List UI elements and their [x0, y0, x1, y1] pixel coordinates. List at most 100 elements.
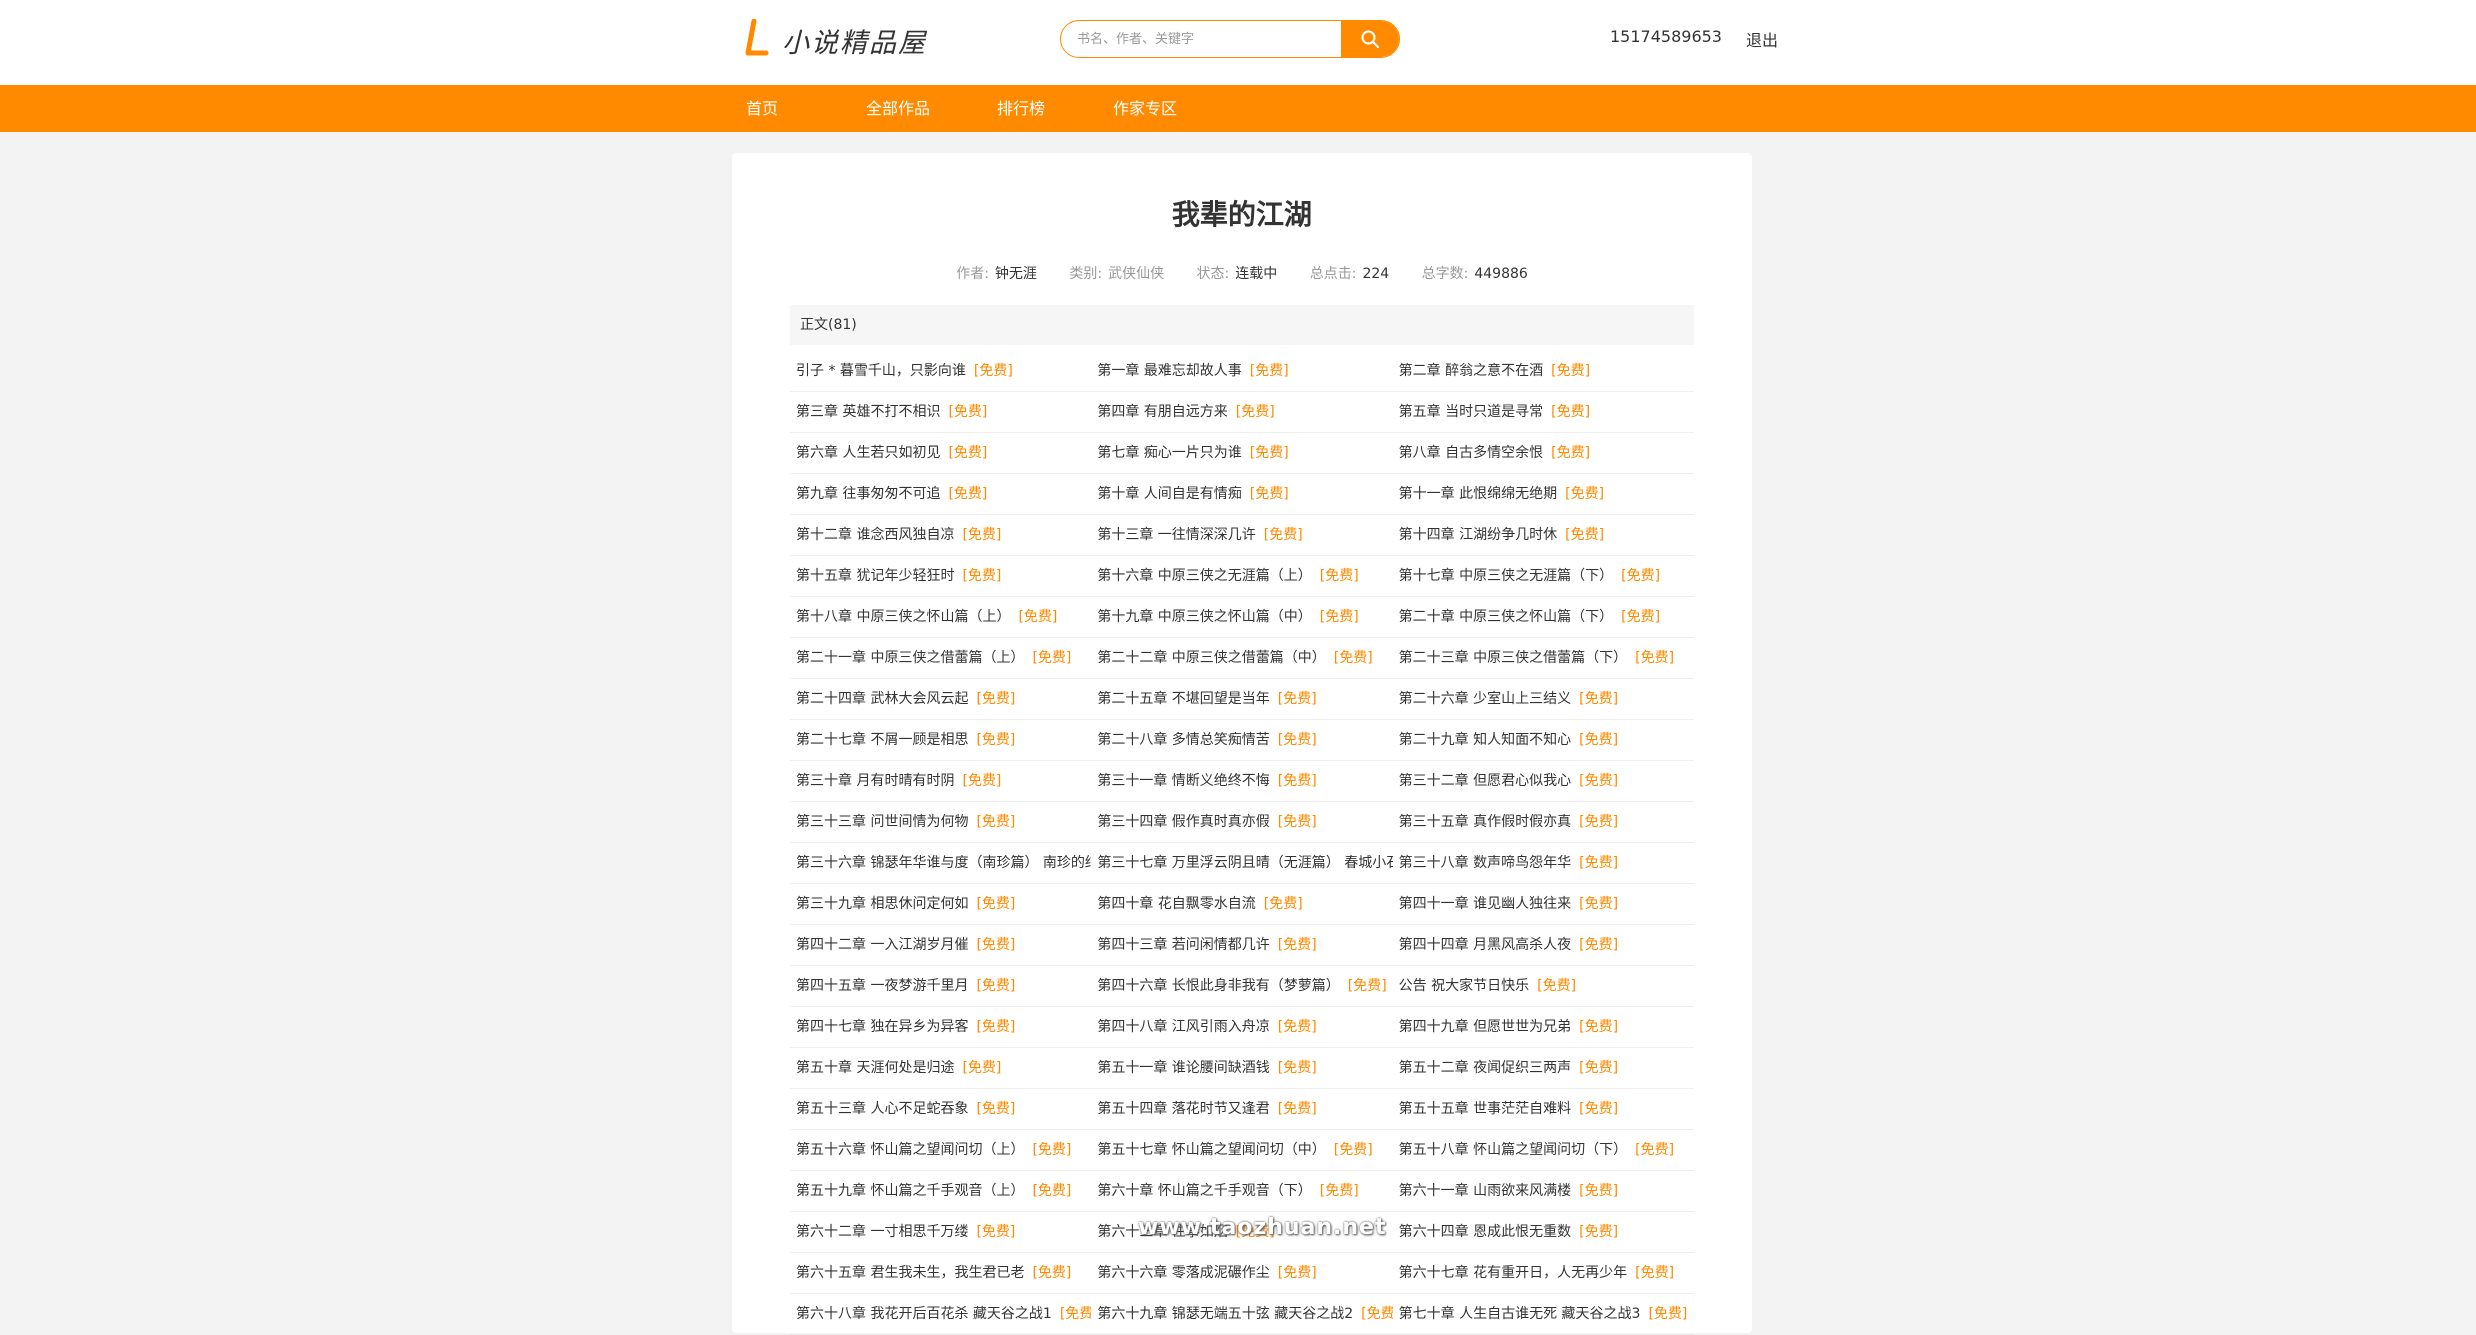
chapter-link[interactable]: 第三十九章 相思休问定何如 [免费]: [790, 884, 1091, 924]
chapter-link[interactable]: 第八章 自古多情空余恨 [免费]: [1393, 433, 1694, 473]
chapter-link[interactable]: 第三十八章 数声啼鸟怨年华 [免费]: [1393, 843, 1694, 883]
chapter-link[interactable]: 第二十四章 武林大会风云起 [免费]: [790, 679, 1091, 719]
chapter-title: 第四十七章 独在异乡为异客: [796, 1019, 969, 1035]
logout-link[interactable]: 退出: [1746, 27, 1778, 51]
chapter-link[interactable]: 第十三章 一往情深深几许 [免费]: [1091, 515, 1392, 555]
chapter-link[interactable]: 第四十五章 一夜梦游千里月 [免费]: [790, 966, 1091, 1006]
nav-author-zone[interactable]: 作家专区: [1113, 85, 1233, 132]
chapter-link[interactable]: 第七章 痴心一片只为谁 [免费]: [1091, 433, 1392, 473]
chapter-link[interactable]: 第四十九章 但愿世世为兄弟 [免费]: [1393, 1007, 1694, 1047]
chapter-link[interactable]: 第三十四章 假作真时真亦假 [免费]: [1091, 802, 1392, 842]
chapter-link[interactable]: 第五十一章 谁论腰间缺酒钱 [免费]: [1091, 1048, 1392, 1088]
chapter-title: 第七章 痴心一片只为谁: [1097, 445, 1242, 461]
chapter-link[interactable]: 第三十章 月有时晴有时阴 [免费]: [790, 761, 1091, 801]
status-label: 状态:: [1196, 266, 1230, 282]
site-logo[interactable]: 小说精品屋: [740, 18, 927, 62]
free-tag: [免费]: [962, 1060, 1002, 1076]
chapter-link[interactable]: 第十一章 此恨绵绵无绝期 [免费]: [1393, 474, 1694, 514]
chapter-link[interactable]: 第六十九章 锦瑟无端五十弦 藏天谷之战2 [免费]: [1091, 1294, 1392, 1334]
chapter-link[interactable]: 第六十四章 恩成此恨无重数 [免费]: [1393, 1212, 1694, 1252]
chapter-link[interactable]: 第十四章 江湖纷争几时休 [免费]: [1393, 515, 1694, 555]
chapter-link[interactable]: 第七十章 人生自古谁无死 藏天谷之战3 [免费]: [1393, 1294, 1694, 1334]
chapter-link[interactable]: 第四十四章 月黑风高杀人夜 [免费]: [1393, 925, 1694, 965]
chapter-link[interactable]: 第四十章 花自飘零水自流 [免费]: [1091, 884, 1392, 924]
words-value: 449886: [1474, 266, 1528, 282]
chapter-link[interactable]: 第三十三章 问世间情为何物 [免费]: [790, 802, 1091, 842]
chapter-title: 第十八章 中原三侠之怀山篇（上）: [796, 609, 1011, 625]
chapter-link[interactable]: 第二十二章 中原三侠之借蕾篇（中） [免费]: [1091, 638, 1392, 678]
chapter-title: 第四十一章 谁见幽人独往来: [1398, 896, 1572, 912]
chapter-link[interactable]: 第四十一章 谁见幽人独往来 [免费]: [1393, 884, 1694, 924]
search-button[interactable]: [1341, 21, 1399, 57]
chapter-link[interactable]: 第十章 人间自是有情痴 [免费]: [1091, 474, 1392, 514]
chapter-title: 第三十章 月有时晴有时阴: [796, 773, 955, 789]
chapter-link[interactable]: 第四十二章 一入江湖岁月催 [免费]: [790, 925, 1091, 965]
chapter-link[interactable]: 第五十章 天涯何处是归途 [免费]: [790, 1048, 1091, 1088]
chapter-link[interactable]: 第五十九章 怀山篇之千手观音（上） [免费]: [790, 1171, 1091, 1211]
chapter-title: 第四十八章 江风引雨入舟凉: [1097, 1019, 1270, 1035]
chapter-title: 第三十四章 假作真时真亦假: [1097, 814, 1270, 830]
chapter-link[interactable]: 第二十六章 少室山上三结义 [免费]: [1393, 679, 1694, 719]
chapter-link[interactable]: 第五十五章 世事茫茫自难料 [免费]: [1393, 1089, 1694, 1129]
chapter-link[interactable]: 第九章 往事匆匆不可追 [免费]: [790, 474, 1091, 514]
chapter-title: 第三章 英雄不打不相识: [796, 404, 941, 420]
chapter-link[interactable]: 第二章 醉翁之意不在酒 [免费]: [1393, 351, 1694, 391]
nav-ranking[interactable]: 排行榜: [997, 85, 1113, 132]
chapter-link[interactable]: 第二十三章 中原三侠之借蕾篇（下） [免费]: [1393, 638, 1694, 678]
free-tag: [免费]: [1319, 609, 1359, 625]
chapter-link[interactable]: 第五十八章 怀山篇之望闻问切（下） [免费]: [1393, 1130, 1694, 1170]
chapter-link[interactable]: 第五章 当时只道是寻常 [免费]: [1393, 392, 1694, 432]
chapter-link[interactable]: 第五十六章 怀山篇之望闻问切（上） [免费]: [790, 1130, 1091, 1170]
chapter-link[interactable]: 第十七章 中原三侠之无涯篇（下） [免费]: [1393, 556, 1694, 596]
chapter-title: 第五十二章 夜闻促织三两声: [1398, 1060, 1572, 1076]
chapter-link[interactable]: 第五十四章 落花时节又逢君 [免费]: [1091, 1089, 1392, 1129]
chapter-link[interactable]: 第六十二章 一寸相思千万缕 [免费]: [790, 1212, 1091, 1252]
chapter-link[interactable]: 第五十七章 怀山篇之望闻问切（中） [免费]: [1091, 1130, 1392, 1170]
chapter-link[interactable]: 第十九章 中原三侠之怀山篇（中） [免费]: [1091, 597, 1392, 637]
chapter-link[interactable]: 公告 祝大家节日快乐 [免费]: [1393, 966, 1694, 1006]
chapter-link[interactable]: 第十五章 犹记年少轻狂时 [免费]: [790, 556, 1091, 596]
chapter-link[interactable]: 第一章 最难忘却故人事 [免费]: [1091, 351, 1392, 391]
chapter-title: 第十五章 犹记年少轻狂时: [796, 568, 955, 584]
chapter-link[interactable]: 第十八章 中原三侠之怀山篇（上） [免费]: [790, 597, 1091, 637]
free-tag: [免费]: [1579, 732, 1619, 748]
free-tag: [免费]: [1635, 1142, 1675, 1158]
free-tag: [免费]: [1249, 445, 1289, 461]
free-tag: [免费]: [1032, 1142, 1072, 1158]
chapter-link[interactable]: 第五十二章 夜闻促织三两声 [免费]: [1393, 1048, 1694, 1088]
top-header: 小说精品屋 15174589653 退出: [0, 0, 2476, 85]
chapter-link[interactable]: 第三十七章 万里浮云阴且晴（无涯篇） 春城小石[免费]: [1091, 843, 1392, 883]
search-input[interactable]: [1075, 21, 1319, 57]
chapter-link[interactable]: 第六十五章 君生我未生，我生君已老 [免费]: [790, 1253, 1091, 1293]
chapter-link[interactable]: 第四十三章 若问闲情都几许 [免费]: [1091, 925, 1392, 965]
chapter-link[interactable]: 第四十八章 江风引雨入舟凉 [免费]: [1091, 1007, 1392, 1047]
chapter-link[interactable]: 第六十七章 花有重开日，人无再少年 [免费]: [1393, 1253, 1694, 1293]
user-phone-link[interactable]: 15174589653: [1610, 27, 1722, 51]
chapter-link[interactable]: 第四章 有朋自远方来 [免费]: [1091, 392, 1392, 432]
chapter-link[interactable]: 第二十八章 多情总笑痴情苦 [免费]: [1091, 720, 1392, 760]
nav-home[interactable]: 首页: [746, 85, 866, 132]
chapter-link[interactable]: 第十二章 谁念西风独自凉 [免费]: [790, 515, 1091, 555]
nav-all-works[interactable]: 全部作品: [866, 85, 997, 132]
chapter-link[interactable]: 第三十一章 情断义绝终不悔 [免费]: [1091, 761, 1392, 801]
chapter-link[interactable]: 第二十章 中原三侠之怀山篇（下） [免费]: [1393, 597, 1694, 637]
chapter-link[interactable]: 第二十七章 不屑一顾是相思 [免费]: [790, 720, 1091, 760]
chapter-link[interactable]: 第四十七章 独在异乡为异客 [免费]: [790, 1007, 1091, 1047]
chapter-link[interactable]: 第三章 英雄不打不相识 [免费]: [790, 392, 1091, 432]
chapter-link[interactable]: 第六十章 怀山篇之千手观音（下） [免费]: [1091, 1171, 1392, 1211]
chapter-link[interactable]: 第五十三章 人心不足蛇吞象 [免费]: [790, 1089, 1091, 1129]
chapter-link[interactable]: 第六章 人生若只如初见 [免费]: [790, 433, 1091, 473]
chapter-link[interactable]: 第三十六章 锦瑟年华谁与度（南珍篇） 南珍的结局[免费]: [790, 843, 1091, 883]
chapter-link[interactable]: 第二十一章 中原三侠之借蕾篇（上） [免费]: [790, 638, 1091, 678]
chapter-link[interactable]: 第三十五章 真作假时假亦真 [免费]: [1393, 802, 1694, 842]
chapter-link[interactable]: 第二十五章 不堪回望是当年 [免费]: [1091, 679, 1392, 719]
chapter-link[interactable]: 引子 * 暮雪千山，只影向谁 [免费]: [790, 351, 1091, 391]
chapter-link[interactable]: 第六十一章 山雨欲来风满楼 [免费]: [1393, 1171, 1694, 1211]
chapter-link[interactable]: 第三十二章 但愿君心似我心 [免费]: [1393, 761, 1694, 801]
chapter-link[interactable]: 第二十九章 知人知面不知心 [免费]: [1393, 720, 1694, 760]
chapter-link[interactable]: 第六十八章 我花开后百花杀 藏天谷之战1 [免费]: [790, 1294, 1091, 1334]
watermark-text: www.taozhuan.net: [1138, 1215, 1387, 1240]
chapter-link[interactable]: 第六十六章 零落成泥碾作尘 [免费]: [1091, 1253, 1392, 1293]
chapter-link[interactable]: 第十六章 中原三侠之无涯篇（上） [免费]: [1091, 556, 1392, 596]
chapter-link[interactable]: 第四十六章 长恨此身非我有（梦萝篇） [免费]: [1091, 966, 1392, 1006]
